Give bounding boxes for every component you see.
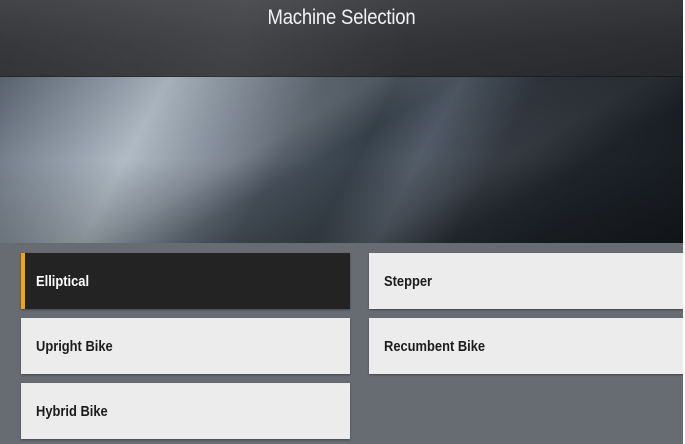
title-bar: Machine Selection bbox=[0, 0, 683, 77]
page-title: Machine Selection bbox=[267, 6, 416, 29]
machine-option-label: Hybrid Bike bbox=[36, 402, 108, 420]
machine-option-label: Upright Bike bbox=[36, 337, 113, 355]
machine-option-label: Elliptical bbox=[36, 272, 90, 290]
machine-selection-screen: Machine Selection Elliptical Stepper Upr… bbox=[0, 0, 683, 444]
machine-option-elliptical[interactable]: Elliptical bbox=[21, 253, 350, 309]
machine-option-label: Recumbent Bike bbox=[384, 337, 486, 355]
banner-image bbox=[0, 77, 683, 243]
machine-option-label: Stepper bbox=[384, 272, 433, 290]
machine-grid: Elliptical Stepper Upright Bike Recumben… bbox=[0, 243, 683, 444]
machine-option-upright-bike[interactable]: Upright Bike bbox=[21, 318, 350, 374]
machine-option-stepper[interactable]: Stepper bbox=[369, 253, 683, 309]
machine-option-recumbent-bike[interactable]: Recumbent Bike bbox=[369, 318, 683, 374]
machine-option-hybrid-bike[interactable]: Hybrid Bike bbox=[21, 383, 350, 439]
